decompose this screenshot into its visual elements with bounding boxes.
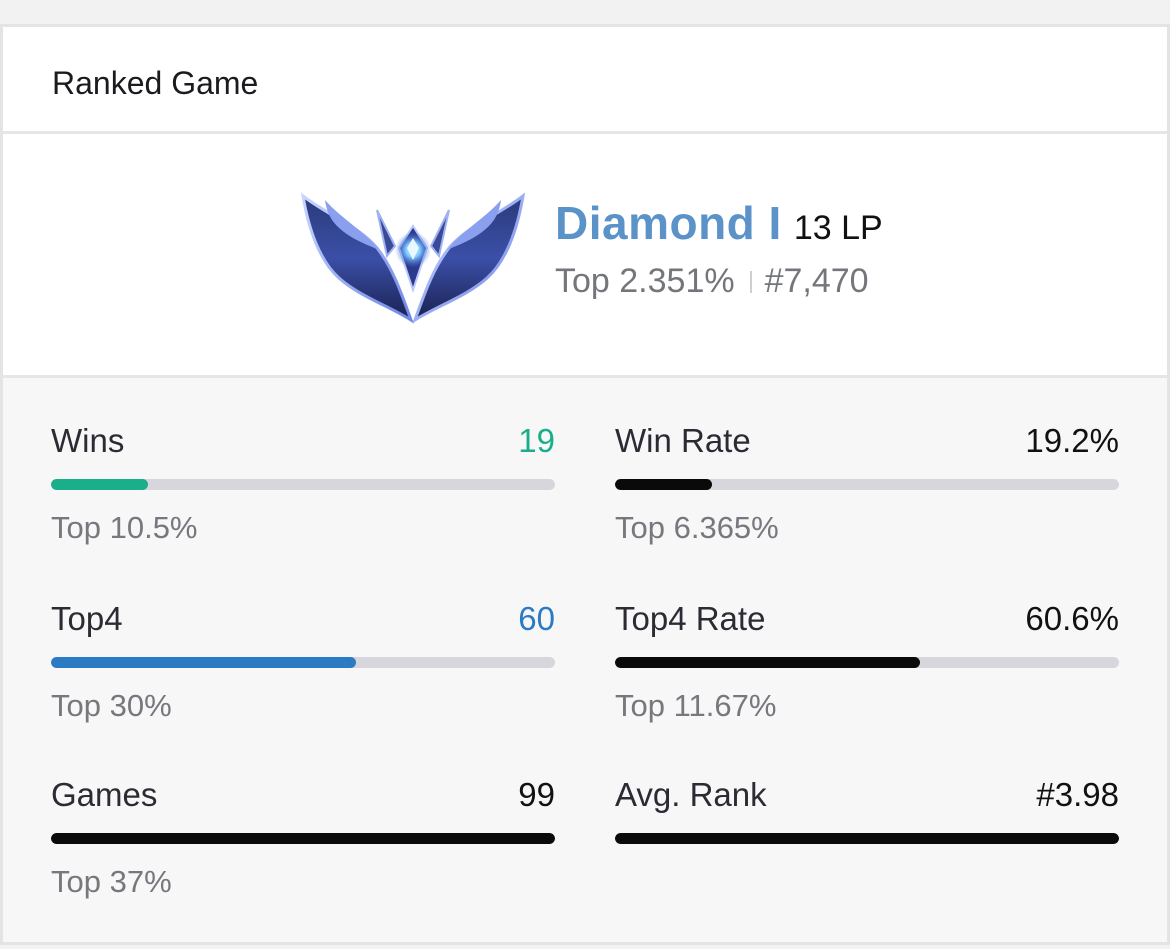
stat-win-rate: Win Rate 19.2% Top 6.365%	[615, 422, 1119, 546]
tier-rank: #7,470	[764, 262, 869, 300]
stat-top4-rate: Top4 Rate 60.6% Top 11.67%	[615, 600, 1119, 724]
stat-top4: Top4 60 Top 30%	[51, 600, 555, 724]
stat-footer	[615, 864, 1119, 900]
progress-fill	[51, 657, 357, 668]
progress-fill	[615, 833, 1119, 844]
progress-fill	[51, 479, 148, 490]
stat-games: Games 99 Top 37%	[51, 776, 555, 900]
stat-wins: Wins 19 Top 10.5%	[51, 422, 555, 546]
progress-fill	[615, 479, 712, 490]
stat-footer: Top 37%	[51, 864, 172, 899]
stat-value: 60.6%	[1025, 600, 1119, 637]
stat-footer: Top 11.67%	[615, 688, 777, 723]
progress-bar	[51, 479, 555, 490]
stat-value: #3.98	[1036, 776, 1119, 813]
stat-value: 19	[518, 422, 555, 459]
divider	[749, 270, 752, 293]
stat-label: Wins	[51, 422, 125, 459]
stat-label: Avg. Rank	[615, 776, 767, 813]
card-title: Ranked Game	[52, 65, 259, 101]
progress-fill	[615, 657, 921, 668]
tier-info: Diamond I 13 LP Top 2.351% #7,470	[555, 196, 883, 301]
progress-bar	[615, 833, 1119, 844]
tier-name: Diamond I	[555, 197, 782, 249]
stat-label: Top4 Rate	[615, 600, 766, 637]
stat-avg-rank: Avg. Rank #3.98	[615, 776, 1119, 900]
progress-bar	[51, 833, 555, 844]
card-header: Ranked Game	[3, 27, 1167, 134]
tier-section: Diamond I 13 LP Top 2.351% #7,470	[3, 134, 1167, 378]
stat-footer: Top 10.5%	[51, 510, 198, 545]
progress-bar	[615, 657, 1119, 668]
league-points: 13 LP	[793, 209, 883, 247]
tier-top-percent: Top 2.351%	[555, 262, 735, 300]
ranked-card: Ranked Game Diamond I 13 LP Top 2.351% #…	[0, 24, 1170, 945]
stat-label: Top4	[51, 600, 123, 637]
stats-grid: Wins 19 Top 10.5% Win Rate 19.2% Top 6.3…	[3, 378, 1167, 942]
stat-value: 99	[518, 776, 555, 813]
stat-label: Win Rate	[615, 422, 751, 459]
diamond-rank-emblem-icon	[300, 192, 526, 324]
stat-value: 19.2%	[1025, 422, 1119, 459]
stat-footer: Top 6.365%	[615, 510, 779, 545]
progress-fill	[51, 833, 555, 844]
stat-value: 60	[518, 600, 555, 637]
stat-label: Games	[51, 776, 158, 813]
progress-bar	[51, 657, 555, 668]
progress-bar	[615, 479, 1119, 490]
stat-footer: Top 30%	[51, 688, 172, 723]
